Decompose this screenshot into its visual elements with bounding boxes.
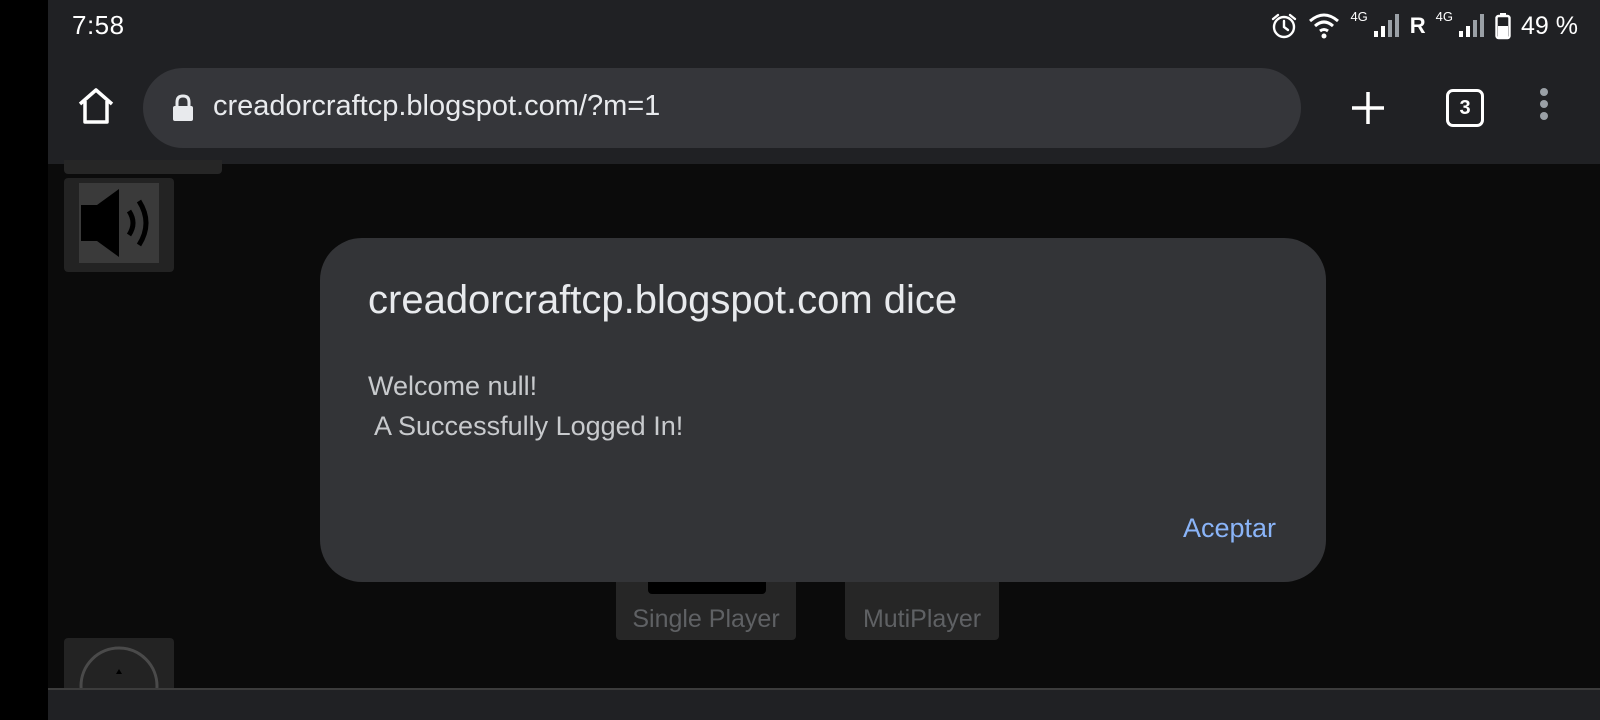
wifi-icon bbox=[1308, 12, 1340, 40]
status-icons: 4G R 4G 49 % bbox=[1270, 8, 1578, 44]
bottom-bar bbox=[48, 688, 1600, 720]
tab-count: 3 bbox=[1459, 96, 1471, 119]
phone-screen: 7:58 4G R 4G 49 % creadorcraftcp.blogspo… bbox=[48, 0, 1600, 720]
address-bar[interactable]: creadorcraftcp.blogspot.com/?m=1 bbox=[143, 68, 1301, 148]
network-label-1: 4G bbox=[1350, 8, 1368, 24]
roaming-indicator: R bbox=[1409, 13, 1426, 38]
status-time: 7:58 bbox=[72, 10, 125, 40]
multiplayer-label: MutiPlayer bbox=[862, 605, 982, 633]
battery-icon bbox=[1495, 12, 1511, 40]
network-label-2: 4G bbox=[1435, 8, 1454, 24]
status-bar: 7:58 4G R 4G 49 % bbox=[48, 0, 1600, 54]
speaker-icon bbox=[79, 183, 159, 263]
dialog-message: Welcome null! A Successfully Logged In! bbox=[368, 371, 684, 441]
tab-switcher-button[interactable]: 3 bbox=[1446, 89, 1484, 127]
single-player-label: Single Player bbox=[632, 605, 780, 633]
lock-icon[interactable] bbox=[171, 94, 195, 122]
page-fragment bbox=[64, 160, 222, 174]
signal-icon bbox=[1457, 13, 1485, 39]
more-vert-icon[interactable] bbox=[1538, 88, 1550, 128]
alert-dialog: creadorcraftcp.blogspot.com dice Welcome… bbox=[320, 238, 1326, 582]
home-icon[interactable] bbox=[74, 84, 118, 128]
signal-icon bbox=[1372, 13, 1400, 39]
url-text[interactable]: creadorcraftcp.blogspot.com/?m=1 bbox=[213, 90, 660, 123]
alarm-icon bbox=[1270, 12, 1298, 40]
dialog-title: creadorcraftcp.blogspot.com dice bbox=[368, 278, 958, 322]
battery-level: 49 % bbox=[1521, 11, 1578, 40]
sound-toggle-button[interactable] bbox=[64, 178, 174, 272]
plus-icon[interactable] bbox=[1350, 90, 1386, 126]
browser-toolbar: creadorcraftcp.blogspot.com/?m=1 3 bbox=[48, 54, 1600, 164]
accept-button[interactable]: Aceptar bbox=[1183, 513, 1276, 544]
